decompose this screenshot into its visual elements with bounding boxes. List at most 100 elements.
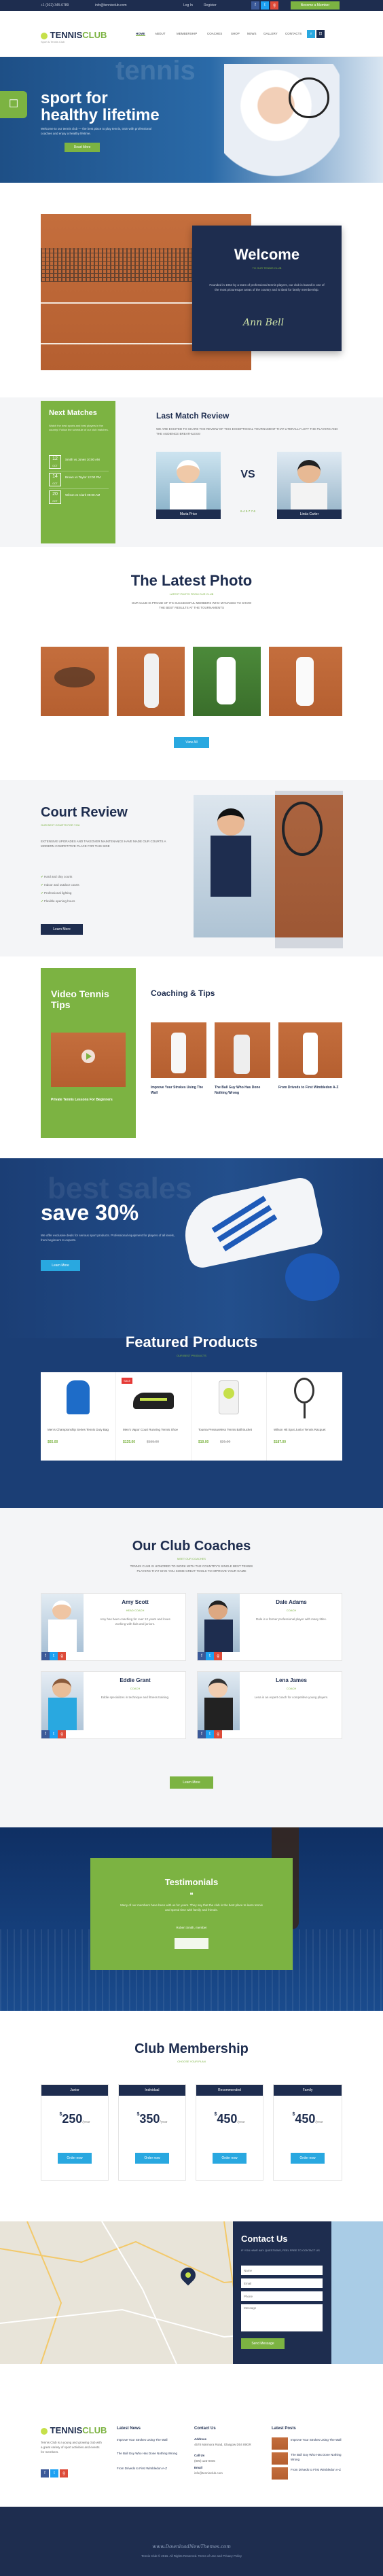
- chat-icon[interactable]: ☐: [0, 91, 27, 118]
- nav-news[interactable]: NEWS: [247, 32, 257, 35]
- video-caption[interactable]: Private Tennis Lessons For Beginners: [51, 1097, 126, 1103]
- coach-card[interactable]: f t g Amy Scott HEAD COACH Amy has been …: [41, 1593, 186, 1661]
- order-now-button[interactable]: Order now: [213, 2153, 247, 2164]
- twitter-icon[interactable]: t: [50, 2469, 58, 2477]
- plan-card[interactable]: Recommended $450/year Order now: [196, 2084, 263, 2181]
- gallery-photo-4[interactable]: [269, 647, 342, 716]
- footer-news-item[interactable]: The Ball Guy Who Has Done Nothing Wrong: [117, 2451, 185, 2456]
- plan-card[interactable]: Individual $350/year Order now: [118, 2084, 186, 2181]
- become-member-button[interactable]: Become a Member: [291, 1, 340, 10]
- gallery-photo-1[interactable]: [41, 647, 109, 716]
- twitter-icon[interactable]: t: [50, 1730, 58, 1738]
- sale-learn-more-button[interactable]: Learn More: [41, 1260, 80, 1271]
- coaching-photo-3[interactable]: [278, 1022, 342, 1078]
- facebook-icon[interactable]: f: [41, 2469, 49, 2477]
- coaching-photo-2[interactable]: [215, 1022, 270, 1078]
- post-thumbnail[interactable]: [272, 2452, 288, 2465]
- coaching-item-1[interactable]: Improve Your Strokes Using The Wall: [151, 1085, 206, 1096]
- name-field[interactable]: [241, 2266, 323, 2275]
- coaching-photo-1[interactable]: [151, 1022, 206, 1078]
- racquet-product-image: [294, 1378, 314, 1403]
- footer-news-item[interactable]: Improve Your Strokes Using The Wall: [117, 2437, 185, 2442]
- view-all-button[interactable]: View All: [174, 737, 209, 748]
- search-icon[interactable]: ⌕: [307, 30, 315, 38]
- facebook-icon[interactable]: f: [41, 1652, 50, 1660]
- court-learn-more-button[interactable]: Learn More: [41, 924, 83, 935]
- match-score: 6-4 5-7 7-6: [240, 509, 255, 513]
- googleplus-icon[interactable]: g: [58, 1730, 66, 1738]
- coaching-item-3[interactable]: From Driveds to First Wimbledon A-Z: [278, 1085, 342, 1090]
- coach-card[interactable]: f t g Eddie Grant COACH Eddie specialize…: [41, 1671, 186, 1739]
- product-name[interactable]: Wilson Hit Spot Junior Tennis Racquet: [274, 1428, 335, 1432]
- coaches-text: TENNIS CLUB IS HONORED TO WORK WITH THE …: [130, 1564, 253, 1573]
- email-text[interactable]: info@tennisclub.com: [194, 2471, 255, 2475]
- nav-gallery[interactable]: GALLERY: [263, 32, 278, 35]
- order-now-button[interactable]: Order now: [135, 2153, 169, 2164]
- order-now-button[interactable]: Order now: [58, 2153, 92, 2164]
- product-name[interactable]: Men's Championship Series Tennis Duty Ba…: [48, 1428, 109, 1432]
- googleplus-icon[interactable]: g: [214, 1652, 222, 1660]
- cart-icon[interactable]: ⊡: [316, 30, 325, 38]
- match-item[interactable]: 14 OCT Brown vs Taylor 12:00 PM: [49, 471, 109, 489]
- nav-membership[interactable]: MEMBERSHIP: [177, 32, 197, 35]
- nav-shop[interactable]: SHOP: [231, 32, 240, 35]
- facebook-icon[interactable]: f: [198, 1652, 206, 1660]
- twitter-icon[interactable]: t: [261, 1, 269, 10]
- message-field[interactable]: [241, 2304, 323, 2331]
- products-grid: Men's Championship Series Tennis Duty Ba…: [41, 1372, 342, 1461]
- order-now-button[interactable]: Order now: [291, 2153, 325, 2164]
- product-card[interactable]: SALE Men's Vapor Court Running Tennis Sh…: [116, 1372, 192, 1461]
- twitter-icon[interactable]: t: [206, 1730, 214, 1738]
- twitter-icon[interactable]: t: [50, 1652, 58, 1660]
- post-thumbnail[interactable]: [272, 2437, 288, 2450]
- phone-field[interactable]: [241, 2291, 323, 2301]
- post-thumbnail[interactable]: [272, 2467, 288, 2480]
- video-thumbnail[interactable]: [51, 1033, 126, 1087]
- hero-button[interactable]: Read More: [65, 143, 100, 152]
- email-link[interactable]: info@tennisclub.com: [95, 3, 127, 7]
- product-name[interactable]: Men's Vapor Court Running Tennis Shoe: [123, 1428, 184, 1432]
- play-icon[interactable]: [86, 1053, 92, 1060]
- match-item[interactable]: 12 OCT Smith vs Jones 10:00 AM: [49, 454, 109, 471]
- product-name[interactable]: Tourna Pressureless Tennis Ball Bucket: [198, 1428, 259, 1432]
- coaches-learn-more-button[interactable]: Learn More: [170, 1776, 213, 1789]
- product-card[interactable]: Men's Championship Series Tennis Duty Ba…: [41, 1372, 116, 1461]
- googleplus-icon[interactable]: g: [58, 1652, 66, 1660]
- googleplus-icon[interactable]: g: [60, 2469, 68, 2477]
- plan-card[interactable]: Junior $250/year Order now: [41, 2084, 109, 2181]
- facebook-icon[interactable]: f: [41, 1730, 50, 1738]
- call-text[interactable]: (800) 123-0045: [194, 2458, 255, 2463]
- coach-card[interactable]: f t g Lena James COACH Lena is an expert…: [197, 1671, 342, 1739]
- googleplus-icon[interactable]: g: [214, 1730, 222, 1738]
- product-card[interactable]: Wilson Hit Spot Junior Tennis Racquet $1…: [267, 1372, 342, 1461]
- login-link[interactable]: Log In: [183, 3, 193, 7]
- logo[interactable]: TENNISCLUB Sport & Tennis Club: [41, 30, 107, 43]
- facebook-icon[interactable]: f: [198, 1730, 206, 1738]
- coach-card[interactable]: f t g Dale Adams COACH Dale is a former …: [197, 1593, 342, 1661]
- nav-home[interactable]: HOME: [136, 32, 145, 36]
- post-item[interactable]: From Driveds to First Wimbledon A-Z: [291, 2467, 342, 2472]
- plan-card[interactable]: Family $450/year Order now: [273, 2084, 342, 2181]
- testimonial-text: Many of our members have been with us fo…: [120, 1903, 263, 1912]
- register-link[interactable]: Register: [204, 3, 217, 7]
- credit-text[interactable]: www.DownloadNewThemes.com: [0, 2544, 383, 2550]
- post-item[interactable]: Improve Your Strokes Using The Wall: [291, 2437, 342, 2442]
- testimonial-nav[interactable]: [175, 1938, 208, 1949]
- twitter-icon[interactable]: t: [206, 1652, 214, 1660]
- coaching-item-2[interactable]: The Ball Guy Who Has Done Nothing Wrong: [215, 1085, 270, 1096]
- send-message-button[interactable]: Send Message: [241, 2338, 285, 2349]
- post-item[interactable]: The Ball Guy Who Has Done Nothing Wrong: [291, 2452, 342, 2462]
- nav-contacts[interactable]: CONTACTS: [285, 32, 302, 35]
- gallery-photo-3[interactable]: [193, 647, 261, 716]
- gallery-photo-2[interactable]: [117, 647, 185, 716]
- match-item[interactable]: 20 OCT Wilson vs Clark 09:00 AM: [49, 489, 109, 507]
- coach-role: HEAD COACH: [126, 1609, 145, 1612]
- footer-news-item[interactable]: From Driveds to First Wimbledon A-Z: [117, 2466, 185, 2471]
- email-field[interactable]: [241, 2278, 323, 2288]
- footer-logo[interactable]: TENNISCLUB: [41, 2425, 107, 2435]
- nav-about[interactable]: ABOUT: [155, 32, 166, 35]
- product-card[interactable]: Tourna Pressureless Tennis Ball Bucket $…: [192, 1372, 267, 1461]
- googleplus-icon[interactable]: g: [270, 1, 278, 10]
- facebook-icon[interactable]: f: [251, 1, 259, 10]
- nav-coaches[interactable]: COACHES: [207, 32, 222, 35]
